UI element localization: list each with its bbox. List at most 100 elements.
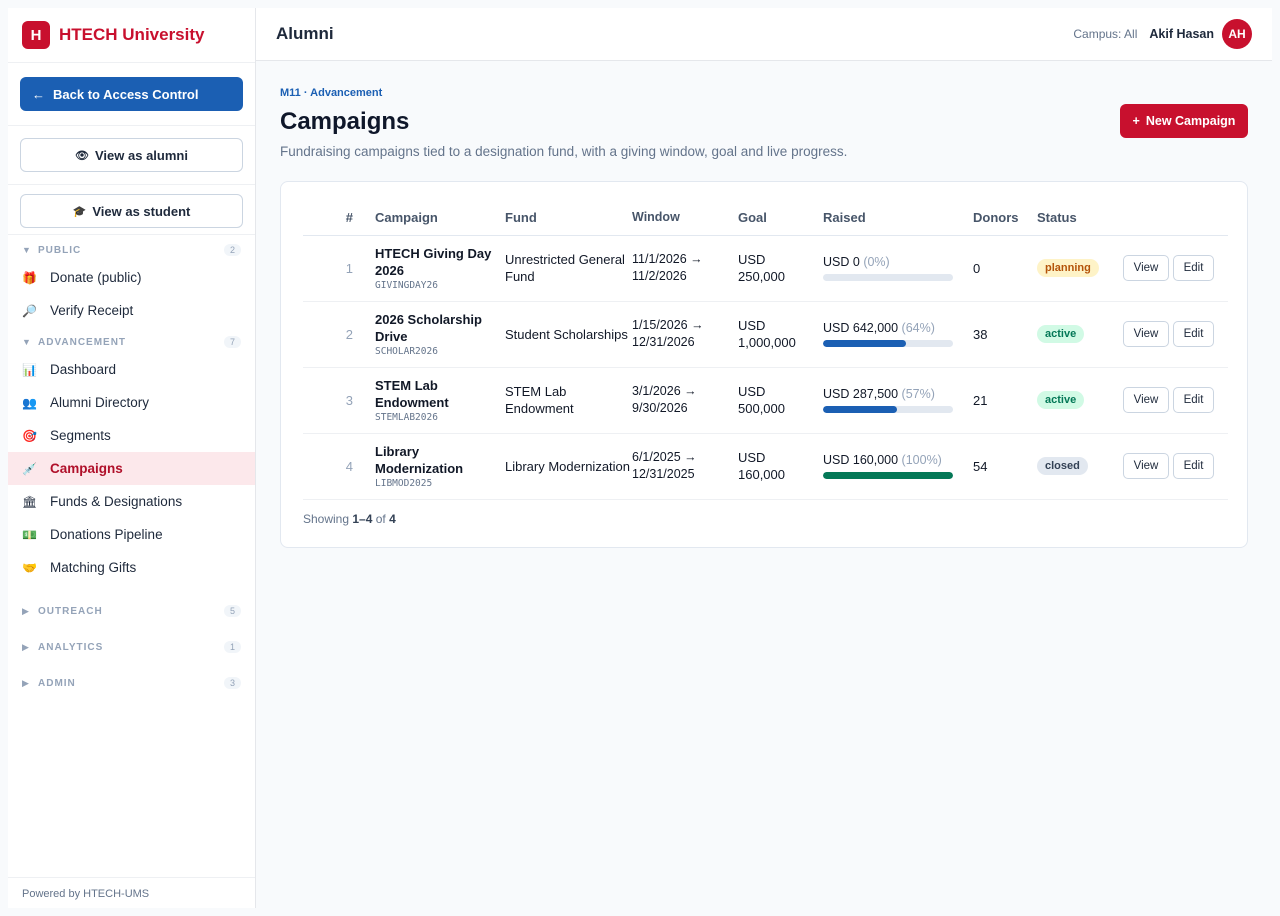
raised-amount: USD 0 (823, 255, 860, 269)
brand-name[interactable]: HTECH University (59, 25, 204, 45)
brand-logo: H (22, 21, 50, 49)
sidebar-item-label: Matching Gifts (50, 560, 137, 575)
sidebar-item-alumni-directory[interactable]: 👥 Alumni Directory (8, 386, 255, 419)
column-header[interactable]: Window (632, 200, 738, 236)
status-badge: active (1037, 391, 1085, 409)
sidebar-item-label: Alumni Directory (50, 395, 150, 410)
new-campaign-button[interactable]: + New Campaign (1120, 104, 1248, 138)
column-header[interactable]: Status (1037, 200, 1123, 236)
column-header[interactable]: Raised (823, 200, 973, 236)
section-count: 3 (223, 677, 241, 689)
campaign-name[interactable]: HTECH Giving Day 2026 (375, 245, 505, 279)
view-button[interactable]: View (1123, 255, 1169, 281)
campaign-cell: STEM Lab Endowment STEMLAB2026 (375, 367, 505, 434)
window-cell: 6/1/2025 → 12/31/2025 (632, 433, 738, 500)
sidebar-item-donate[interactable]: 🎁 Donate (public) (8, 261, 255, 294)
column-header-actions (1123, 200, 1228, 236)
view-button[interactable]: View (1123, 387, 1169, 413)
handshake-icon: 🤝 (22, 560, 37, 575)
top-bar: Alumni Campus: All Akif Hasan AH (256, 8, 1272, 61)
column-header[interactable]: Fund (505, 200, 632, 236)
section-title: ADMIN (38, 677, 76, 689)
section-title: ANALYTICS (38, 641, 104, 653)
edit-button[interactable]: Edit (1173, 453, 1214, 479)
showing-range: 1–4 (352, 511, 373, 526)
caret-right-icon: ▶ (22, 641, 30, 652)
showing-total: 4 (389, 511, 396, 526)
campaign-cell: HTECH Giving Day 2026 GIVINGDAY26 (375, 235, 505, 302)
page-subtitle: Fundraising campaigns tied to a designat… (280, 144, 848, 159)
sidebar-item-donations-pipeline[interactable]: 💵 Donations Pipeline (8, 518, 255, 551)
section-public[interactable]: ▼ PUBLIC 2 (8, 239, 255, 261)
user-name[interactable]: Akif Hasan (1149, 27, 1214, 41)
table-row[interactable]: 4 Library Modernization LIBMOD2025 Libra… (303, 433, 1228, 500)
goal-cell: USD 500,000 (738, 367, 823, 434)
progress-fill (823, 472, 953, 479)
goal-currency: USD (738, 252, 766, 267)
campaign-code: SCHOLAR2026 (375, 346, 438, 357)
sidebar-item-label: Segments (50, 428, 111, 443)
window-start: 6/1/2025 → (632, 450, 697, 464)
column-header[interactable]: Goal (738, 200, 823, 236)
sidebar-item-verify-receipt[interactable]: 🔎 Verify Receipt (8, 294, 255, 327)
section-title: OUTREACH (38, 605, 103, 617)
section-advancement[interactable]: ▼ ADVANCEMENT 7 (8, 331, 255, 353)
goal-cell: USD 250,000 (738, 235, 823, 302)
actions-cell: View Edit (1123, 433, 1228, 500)
status-cell: active (1037, 301, 1123, 368)
view-as-student-button[interactable]: 🎓 View as student (20, 194, 243, 228)
sidebar-item-label: Campaigns (50, 461, 123, 476)
campaign-cell: Library Modernization LIBMOD2025 (375, 433, 505, 500)
campaign-code: LIBMOD2025 (375, 478, 433, 489)
back-button-label: Back to Access Control (53, 86, 199, 102)
syringe-icon: 💉 (22, 461, 37, 476)
fund-cell: Student Scholarships (505, 301, 632, 368)
column-header[interactable]: Campaign (375, 200, 505, 236)
view-as-alumni-button[interactable]: 👁 View as alumni (20, 138, 243, 172)
column-header: # (303, 200, 375, 236)
sidebar-item-segments[interactable]: 🎯 Segments (8, 419, 255, 452)
avatar[interactable]: AH (1222, 19, 1252, 49)
view-button[interactable]: View (1123, 321, 1169, 347)
campaign-name[interactable]: STEM Lab Endowment (375, 377, 505, 411)
actions-cell: View Edit (1123, 235, 1228, 302)
app-title: Alumni (276, 24, 334, 43)
sidebar-item-campaigns[interactable]: 💉 Campaigns (8, 452, 255, 485)
edit-button[interactable]: Edit (1173, 387, 1214, 413)
view-button[interactable]: View (1123, 453, 1169, 479)
section-outreach[interactable]: ▶ OUTREACH 5 (8, 600, 255, 622)
column-header[interactable]: Donors (973, 200, 1037, 236)
window-start: 1/15/2026 → (632, 318, 704, 332)
row-number: 4 (303, 433, 375, 500)
divider (8, 877, 255, 878)
table-row[interactable]: 3 STEM Lab Endowment STEMLAB2026 STEM La… (303, 367, 1228, 434)
sidebar-item-matching-gifts[interactable]: 🤝 Matching Gifts (8, 551, 255, 584)
campaign-name[interactable]: Library Modernization (375, 443, 505, 477)
table-row[interactable]: 2 2026 Scholarship Drive SCHOLAR2026 Stu… (303, 301, 1228, 368)
window-cell: 1/15/2026 → 12/31/2026 (632, 301, 738, 368)
main-content: M11 · Advancement Campaigns Fundraising … (280, 61, 1248, 548)
goal-cell: USD 1,000,000 (738, 301, 823, 368)
table-row[interactable]: 1 HTECH Giving Day 2026 GIVINGDAY26 Unre… (303, 235, 1228, 302)
sidebar-item-funds[interactable]: 🏛 Funds & Designations (8, 485, 255, 518)
campaign-name[interactable]: 2026 Scholarship Drive (375, 311, 505, 345)
progress-bar (823, 472, 953, 479)
status-cell: closed (1037, 433, 1123, 500)
donors-cell: 21 (973, 367, 1037, 434)
powered-by: Powered by HTECH-UMS (22, 888, 150, 900)
back-to-access-control-button[interactable]: ← Back to Access Control (20, 77, 243, 111)
edit-button[interactable]: Edit (1173, 321, 1214, 347)
campaigns-card: # Campaign Fund Window Goal Raised Donor… (280, 181, 1248, 548)
progress-bar (823, 406, 953, 413)
sidebar-item-dashboard[interactable]: 📊 Dashboard (8, 353, 255, 386)
edit-button[interactable]: Edit (1173, 255, 1214, 281)
raised-cell: USD 287,500 (57%) (823, 367, 973, 434)
section-admin[interactable]: ▶ ADMIN 3 (8, 672, 255, 694)
sidebar: H HTECH University ← Back to Access Cont… (8, 8, 256, 908)
fund-cell: STEM Lab Endowment (505, 367, 632, 434)
goal-currency: USD (738, 450, 766, 465)
campaign-code: GIVINGDAY26 (375, 280, 438, 291)
window-end: 12/31/2026 (632, 335, 695, 349)
section-analytics[interactable]: ▶ ANALYTICS 1 (8, 636, 255, 658)
campus-selector[interactable]: Campus: All (1073, 27, 1137, 41)
